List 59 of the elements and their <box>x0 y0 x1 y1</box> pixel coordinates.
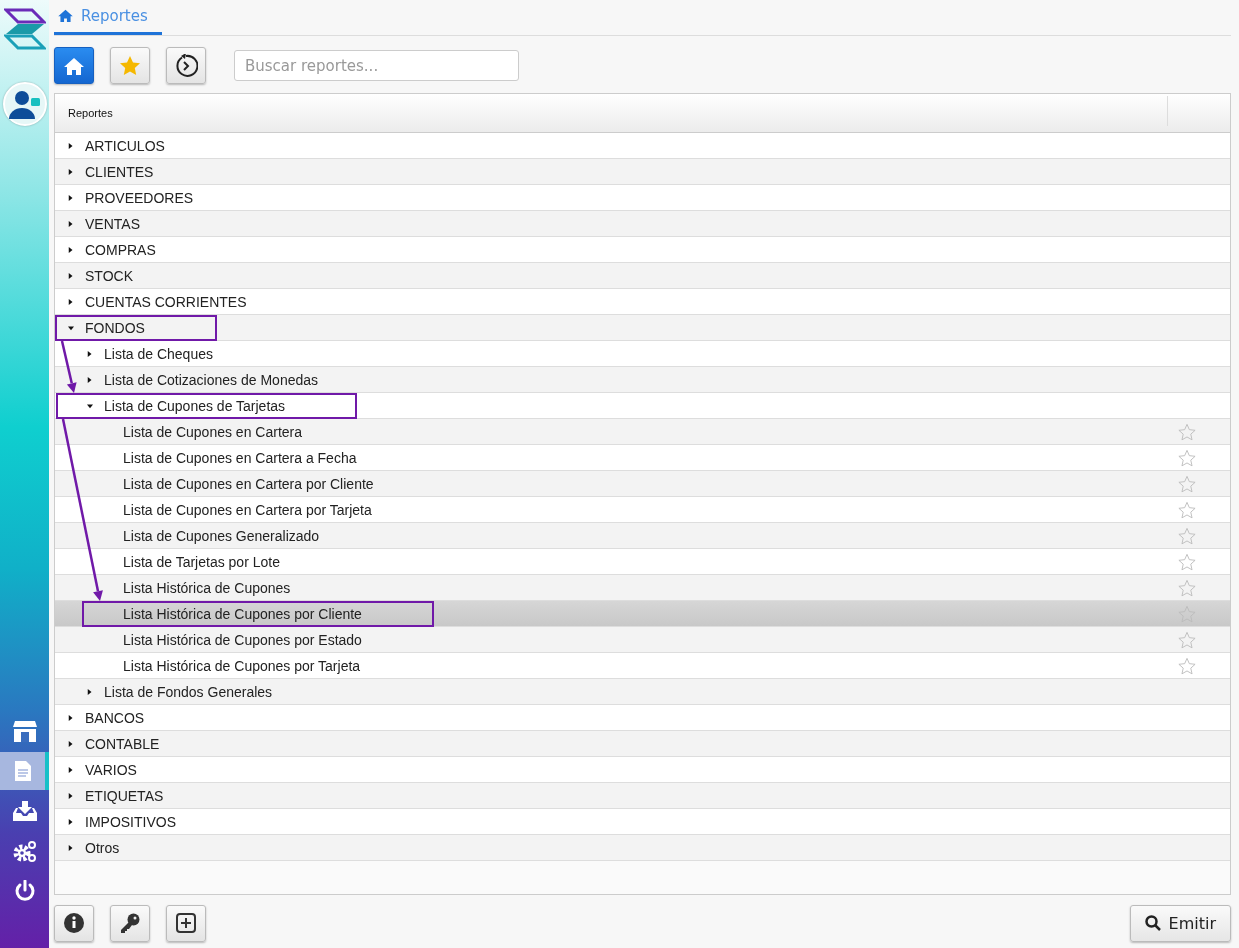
tree-row[interactable]: CUENTAS CORRIENTES <box>55 289 1230 316</box>
tree-row[interactable]: Lista de Cotizaciones de Monedas <box>55 367 1230 394</box>
tree-row[interactable]: VARIOS <box>55 757 1230 784</box>
tree-item-label[interactable]: Lista de Cupones en Cartera <box>123 423 302 440</box>
tree-row[interactable]: IMPOSITIVOS <box>55 809 1230 836</box>
search-field[interactable]: Buscar reportes... <box>234 50 519 82</box>
tree-row[interactable]: Lista Histórica de Cupones <box>55 575 1230 602</box>
tree-item-label[interactable]: COMPRAS <box>85 241 156 258</box>
tree-item-label[interactable]: BANCOS <box>85 709 145 726</box>
tree-item-label[interactable]: VENTAS <box>85 215 140 232</box>
tree-row[interactable]: BANCOS <box>55 705 1230 732</box>
tree-item-label[interactable]: CLIENTES <box>85 163 154 180</box>
tree-row[interactable]: Otros <box>55 835 1230 862</box>
tree-row[interactable]: Lista de Tarjetas por Lote <box>55 549 1230 576</box>
column-header: Reportes <box>68 107 113 120</box>
tree-item-label[interactable]: Lista de Cupones en Cartera por Cliente <box>123 475 374 492</box>
tree-item-label[interactable]: CONTABLE <box>85 735 160 752</box>
tree-row[interactable]: Lista de Fondos Generales <box>55 679 1230 706</box>
tree-item-label[interactable]: Lista de Cupones en Cartera a Fecha <box>123 449 357 466</box>
tree-item-label[interactable]: Lista de Cupones Generalizado <box>123 527 320 544</box>
tree-row[interactable]: Lista de Cupones Generalizado <box>55 523 1230 550</box>
tree-item-label[interactable]: FONDOS <box>85 319 145 336</box>
tree-item-label[interactable]: CUENTAS CORRIENTES <box>85 293 247 310</box>
tree-item-label[interactable]: IMPOSITIVOS <box>85 813 176 830</box>
tree-item-label[interactable]: Lista de Fondos Generales <box>104 683 273 700</box>
tree-row[interactable]: CLIENTES <box>55 159 1230 186</box>
tree-item-label[interactable]: ETIQUETAS <box>85 787 164 804</box>
tree-item-label[interactable]: Lista Histórica de Cupones por Tarjeta <box>123 657 361 674</box>
tree-item-label[interactable]: Lista Histórica de Cupones por Cliente <box>123 605 362 622</box>
tree-row[interactable]: Lista Histórica de Cupones por Tarjeta <box>55 653 1230 680</box>
tree-row[interactable]: VENTAS <box>55 211 1230 238</box>
emit-button[interactable]: Emitir <box>1129 904 1231 942</box>
tree-row[interactable]: Lista de Cupones en Cartera por Cliente <box>55 471 1230 498</box>
tree-item-label[interactable]: Lista de Cupones de Tarjetas <box>104 397 286 414</box>
tree-item-label[interactable]: Otros <box>85 839 120 856</box>
tree-row[interactable]: Lista Histórica de Cupones por Estado <box>55 627 1230 654</box>
tree-row[interactable]: FONDOS <box>55 315 1230 342</box>
tree-row[interactable]: STOCK <box>55 263 1230 290</box>
tree-row[interactable]: Lista de Cupones en Cartera <box>55 419 1230 446</box>
tree-item-label[interactable]: PROVEEDORES <box>85 189 194 206</box>
tree-item-label[interactable]: Lista de Cotizaciones de Monedas <box>104 371 319 388</box>
tree-item-label[interactable]: Lista Histórica de Cupones por Estado <box>123 631 362 648</box>
tree-row[interactable]: CONTABLE <box>55 731 1230 758</box>
tree-item-label[interactable]: Lista de Tarjetas por Lote <box>123 553 280 570</box>
tree-item-label[interactable]: Lista de Cupones en Cartera por Tarjeta <box>123 501 372 518</box>
tree-item-label[interactable]: STOCK <box>85 267 133 284</box>
tree-row[interactable]: PROVEEDORES <box>55 185 1230 212</box>
tree-item-label[interactable]: ARTICULOS <box>85 137 165 154</box>
tree-row[interactable]: Lista de Cupones de Tarjetas <box>55 393 1230 420</box>
tree-item-label[interactable]: Lista de Cheques <box>104 345 213 362</box>
tree-row[interactable]: Lista de Cupones en Cartera a Fecha <box>55 445 1230 472</box>
tree-row[interactable]: Lista Histórica de Cupones por Cliente <box>55 601 1230 628</box>
tree-row[interactable]: Lista de Cupones en Cartera por Tarjeta <box>55 497 1230 524</box>
tree-row[interactable]: COMPRAS <box>55 237 1230 264</box>
tree-item-label[interactable]: Lista Histórica de Cupones <box>123 579 291 596</box>
tree-row[interactable]: ARTICULOS <box>55 133 1230 160</box>
tree-item-label[interactable]: VARIOS <box>85 761 137 778</box>
tree-row[interactable]: ETIQUETAS <box>55 783 1230 810</box>
tree-row[interactable]: Lista de Cheques <box>55 341 1230 368</box>
